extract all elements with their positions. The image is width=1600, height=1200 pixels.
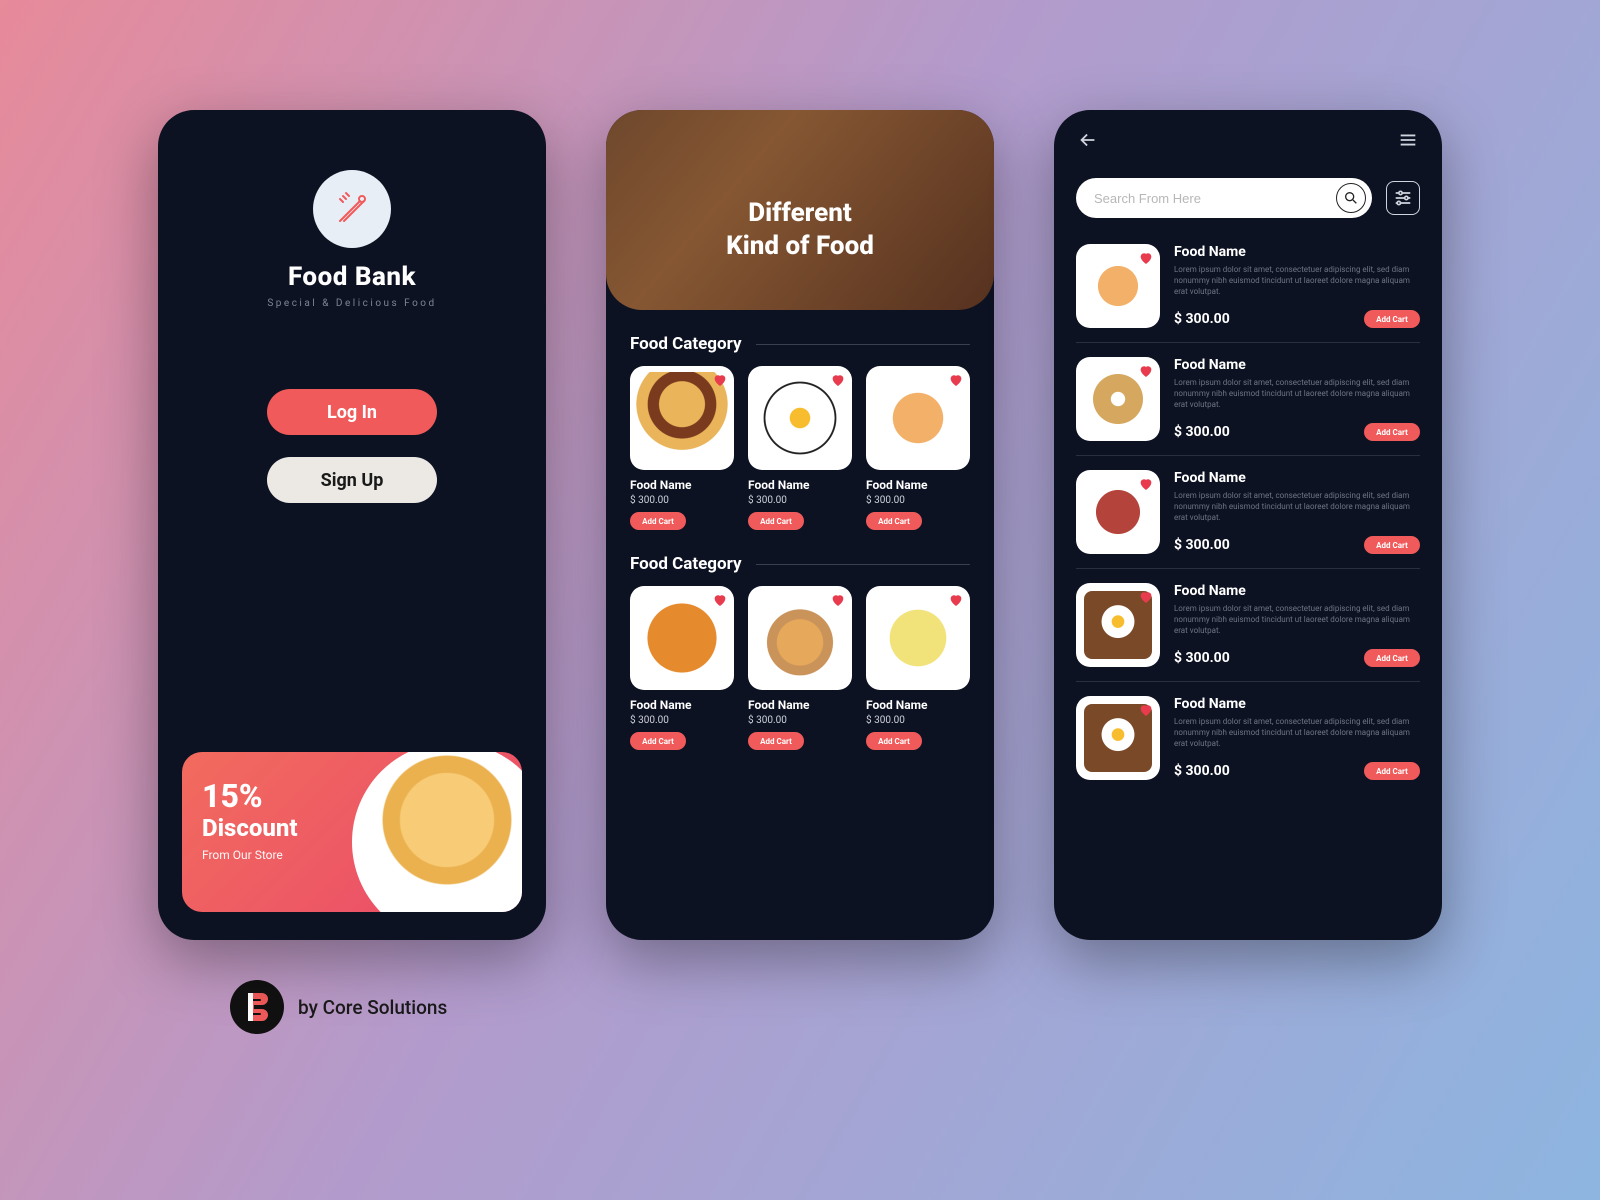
heart-icon[interactable] — [1138, 589, 1154, 605]
food-price: $ 300.00 — [630, 715, 734, 726]
add-cart-button[interactable]: Add Cart — [748, 512, 804, 530]
add-cart-button[interactable]: Add Cart — [748, 732, 804, 750]
food-price: $ 300.00 — [866, 495, 970, 506]
food-price: $ 300.00 — [1174, 537, 1230, 553]
food-name: Food Name — [866, 478, 970, 492]
menu-icon[interactable] — [1396, 128, 1420, 152]
food-description: Lorem ipsum dolor sit amet, consectetuer… — [1174, 490, 1420, 524]
food-price: $ 300.00 — [1174, 650, 1230, 666]
heart-icon[interactable] — [1138, 250, 1154, 266]
heart-icon[interactable] — [830, 592, 846, 608]
food-description: Lorem ipsum dolor sit amet, consectetuer… — [1174, 716, 1420, 750]
list-item[interactable]: Food Name Lorem ipsum dolor sit amet, con… — [1076, 230, 1420, 343]
food-card[interactable]: Food Name $ 300.00 Add Cart — [866, 366, 970, 530]
search-input[interactable] — [1094, 191, 1336, 206]
food-name: Food Name — [630, 478, 734, 492]
app-logo — [313, 170, 391, 248]
food-image — [1076, 583, 1160, 667]
add-cart-button[interactable]: Add Cart — [1364, 762, 1420, 780]
list-item[interactable]: Food Name Lorem ipsum dolor sit amet, con… — [1076, 682, 1420, 794]
food-name: Food Name — [630, 698, 734, 712]
food-image — [1076, 470, 1160, 554]
food-image — [748, 586, 852, 690]
food-price: $ 300.00 — [748, 495, 852, 506]
screen-categories: Different Kind of Food Food Category Foo… — [606, 110, 994, 940]
search-icon[interactable] — [1336, 183, 1366, 213]
add-cart-button[interactable]: Add Cart — [1364, 310, 1420, 328]
hero-banner: Different Kind of Food — [606, 110, 994, 310]
add-cart-button[interactable]: Add Cart — [1364, 536, 1420, 554]
food-card[interactable]: Food Name $ 300.00 Add Cart — [630, 366, 734, 530]
login-button[interactable]: Log In — [267, 389, 437, 435]
food-name: Food Name — [866, 698, 970, 712]
add-cart-button[interactable]: Add Cart — [1364, 423, 1420, 441]
food-name: Food Name — [1174, 357, 1420, 373]
food-description: Lorem ipsum dolor sit amet, consectetuer… — [1174, 264, 1420, 298]
food-price: $ 300.00 — [1174, 763, 1230, 779]
promo-card[interactable]: 15% Discount From Our Store — [182, 752, 522, 912]
filter-icon[interactable] — [1386, 181, 1420, 215]
list-item[interactable]: Food Name Lorem ipsum dolor sit amet, con… — [1076, 456, 1420, 569]
brand-name: Food Bank — [288, 262, 416, 292]
food-image — [630, 366, 734, 470]
food-card[interactable]: Food Name $ 300.00 Add Cart — [866, 586, 970, 750]
food-name: Food Name — [1174, 583, 1420, 599]
heart-icon[interactable] — [712, 372, 728, 388]
food-price: $ 300.00 — [748, 715, 852, 726]
food-card[interactable]: Food Name $ 300.00 Add Cart — [748, 366, 852, 530]
food-price: $ 300.00 — [630, 495, 734, 506]
food-image — [1076, 696, 1160, 780]
food-price: $ 300.00 — [1174, 311, 1230, 327]
search-bar[interactable] — [1076, 178, 1372, 218]
section-header: Food Category — [606, 530, 994, 586]
food-name: Food Name — [1174, 244, 1420, 260]
heart-icon[interactable] — [948, 372, 964, 388]
food-name: Food Name — [1174, 470, 1420, 486]
food-description: Lorem ipsum dolor sit amet, consectetuer… — [1174, 377, 1420, 411]
heart-icon[interactable] — [830, 372, 846, 388]
food-name: Food Name — [748, 478, 852, 492]
heart-icon[interactable] — [1138, 476, 1154, 492]
heart-icon[interactable] — [948, 592, 964, 608]
add-cart-button[interactable]: Add Cart — [866, 732, 922, 750]
food-image — [1076, 244, 1160, 328]
section-header: Food Category — [606, 310, 994, 366]
add-cart-button[interactable]: Add Cart — [1364, 649, 1420, 667]
food-image — [748, 366, 852, 470]
food-price: $ 300.00 — [866, 715, 970, 726]
food-card[interactable]: Food Name $ 300.00 Add Cart — [630, 586, 734, 750]
hero-title: Different Kind of Food — [726, 197, 874, 262]
heart-icon[interactable] — [1138, 702, 1154, 718]
screen-search: Food Name Lorem ipsum dolor sit amet, con… — [1054, 110, 1442, 940]
heart-icon[interactable] — [712, 592, 728, 608]
footer-text: by Core Solutions — [298, 996, 447, 1019]
food-image — [866, 586, 970, 690]
food-description: Lorem ipsum dolor sit amet, consectetuer… — [1174, 603, 1420, 637]
screen-login: Food Bank Special & Delicious Food Log I… — [158, 110, 546, 940]
food-price: $ 300.00 — [1174, 424, 1230, 440]
brand-badge-icon — [230, 980, 284, 1034]
food-image — [630, 586, 734, 690]
heart-icon[interactable] — [1138, 363, 1154, 379]
back-icon[interactable] — [1076, 128, 1100, 152]
food-image — [1076, 357, 1160, 441]
food-card[interactable]: Food Name $ 300.00 Add Cart — [748, 586, 852, 750]
add-cart-button[interactable]: Add Cart — [630, 512, 686, 530]
food-name: Food Name — [1174, 696, 1420, 712]
list-item[interactable]: Food Name Lorem ipsum dolor sit amet, con… — [1076, 343, 1420, 456]
signup-button[interactable]: Sign Up — [267, 457, 437, 503]
footer-brand: by Core Solutions — [230, 980, 447, 1034]
add-cart-button[interactable]: Add Cart — [630, 732, 686, 750]
brand-tagline: Special & Delicious Food — [267, 298, 436, 309]
add-cart-button[interactable]: Add Cart — [866, 512, 922, 530]
food-image — [866, 366, 970, 470]
list-item[interactable]: Food Name Lorem ipsum dolor sit amet, con… — [1076, 569, 1420, 682]
food-name: Food Name — [748, 698, 852, 712]
